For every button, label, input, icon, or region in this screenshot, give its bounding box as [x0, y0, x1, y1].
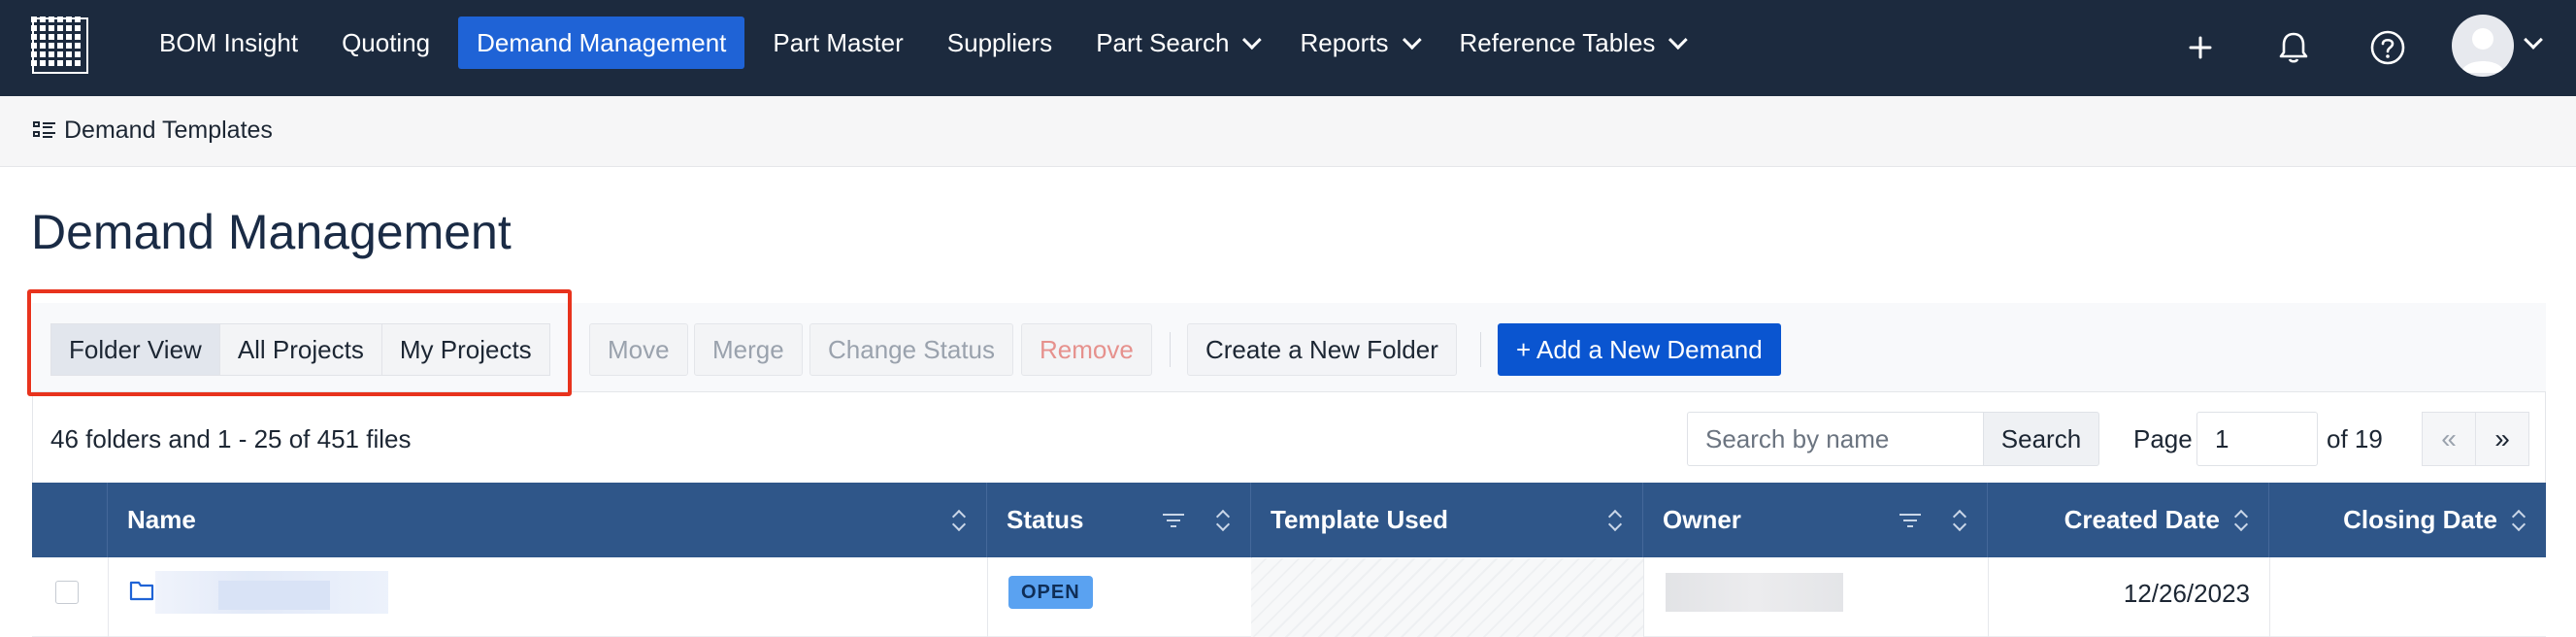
nav-label: Suppliers [946, 27, 1053, 57]
folder-icon [129, 580, 154, 601]
results-summary: 46 folders and 1 - 25 of 451 files [50, 424, 412, 453]
help-icon[interactable] [2361, 21, 2414, 74]
redacted-folder-name [218, 581, 330, 610]
page-total: of 19 [2327, 424, 2383, 453]
sort-icon[interactable] [1215, 508, 1231, 533]
chevron-down-icon [1668, 30, 1689, 50]
nav-quoting[interactable]: Quoting [326, 17, 446, 69]
remove-button[interactable]: Remove [1021, 323, 1152, 376]
chevron-down-icon [1242, 30, 1263, 50]
template-used-empty [1251, 558, 1643, 637]
select-all-column [32, 483, 108, 557]
column-label: Created Date [2064, 505, 2220, 534]
chevron-down-icon [1402, 30, 1422, 50]
filter-icon[interactable] [1163, 512, 1184, 529]
nav-label: Quoting [342, 27, 431, 57]
sort-icon[interactable] [1952, 508, 1967, 533]
created-date-cell: 12/26/2023 [2123, 579, 2250, 608]
column-label: Template Used [1271, 505, 1449, 534]
nav-label: Reference Tables [1459, 27, 1656, 57]
sort-icon[interactable] [1607, 508, 1623, 533]
nav-reference-tables[interactable]: Reference Tables [1444, 17, 1699, 69]
column-owner[interactable]: Owner [1643, 483, 1988, 557]
toolbar-divider [1170, 332, 1171, 367]
redacted-owner [1666, 573, 1843, 612]
first-page-button[interactable]: « [2422, 412, 2476, 466]
column-label: Name [127, 505, 196, 534]
main-menu: BOM Insight Quoting Demand Management Pa… [144, 17, 1710, 69]
nav-reports[interactable]: Reports [1284, 17, 1431, 69]
avatar[interactable] [2452, 15, 2514, 77]
add-demand-button[interactable]: + Add a New Demand [1498, 323, 1781, 376]
nav-part-search[interactable]: Part Search [1080, 17, 1271, 69]
move-button[interactable]: Move [589, 323, 688, 376]
column-created-date[interactable]: Created Date [1988, 483, 2269, 557]
column-label: Owner [1663, 505, 1741, 534]
nav-label: Demand Management [477, 27, 727, 57]
nav-suppliers[interactable]: Suppliers [932, 17, 1068, 69]
app-logo-icon[interactable] [31, 17, 89, 75]
search-button[interactable]: Search [1983, 412, 2099, 466]
cell-divider [1643, 557, 1644, 637]
toolbar-divider [1480, 332, 1481, 367]
nav-label: BOM Insight [159, 27, 299, 57]
bell-icon[interactable] [2267, 21, 2320, 74]
change-status-button[interactable]: Change Status [809, 323, 1014, 376]
create-folder-button[interactable]: Create a New Folder [1187, 323, 1457, 376]
sort-icon[interactable] [2233, 508, 2249, 533]
list-icon [33, 120, 56, 140]
nav-label: Part Master [773, 27, 904, 57]
status-badge: OPEN [1008, 576, 1093, 609]
filter-icon[interactable] [1899, 512, 1921, 529]
cell-divider [2269, 557, 2270, 637]
sort-icon[interactable] [951, 508, 967, 533]
column-template-used[interactable]: Template Used [1251, 483, 1643, 557]
nav-part-master[interactable]: Part Master [757, 17, 918, 69]
sub-header: Demand Templates [0, 96, 2576, 167]
column-label: Closing Date [2343, 505, 2497, 534]
row-checkbox[interactable] [55, 581, 79, 604]
sort-icon[interactable] [2511, 508, 2526, 533]
cell-divider [108, 557, 109, 637]
cell-divider [987, 557, 988, 637]
page-title: Demand Management [31, 205, 512, 259]
nav-label: Reports [1300, 27, 1389, 57]
page-label: Page [2133, 424, 2193, 453]
nav-demand-management[interactable]: Demand Management [458, 17, 745, 69]
last-page-button[interactable]: » [2475, 412, 2529, 466]
top-navigation: BOM Insight Quoting Demand Management Pa… [0, 0, 2576, 96]
page-number-input[interactable] [2196, 412, 2318, 466]
chevron-down-icon[interactable] [2524, 30, 2543, 50]
plus-icon[interactable] [2174, 21, 2227, 74]
highlight-annotation [27, 289, 572, 396]
cell-divider [1988, 557, 1989, 637]
nav-label: Part Search [1096, 27, 1230, 57]
demand-templates-link[interactable]: Demand Templates [64, 117, 273, 145]
nav-bom-insight[interactable]: BOM Insight [144, 17, 314, 69]
column-status[interactable]: Status [987, 483, 1251, 557]
column-name[interactable]: Name [108, 483, 987, 557]
column-label: Status [1007, 505, 1084, 534]
search-input[interactable] [1687, 412, 1983, 466]
column-closing-date[interactable]: Closing Date [2269, 483, 2546, 557]
merge-button[interactable]: Merge [694, 323, 803, 376]
